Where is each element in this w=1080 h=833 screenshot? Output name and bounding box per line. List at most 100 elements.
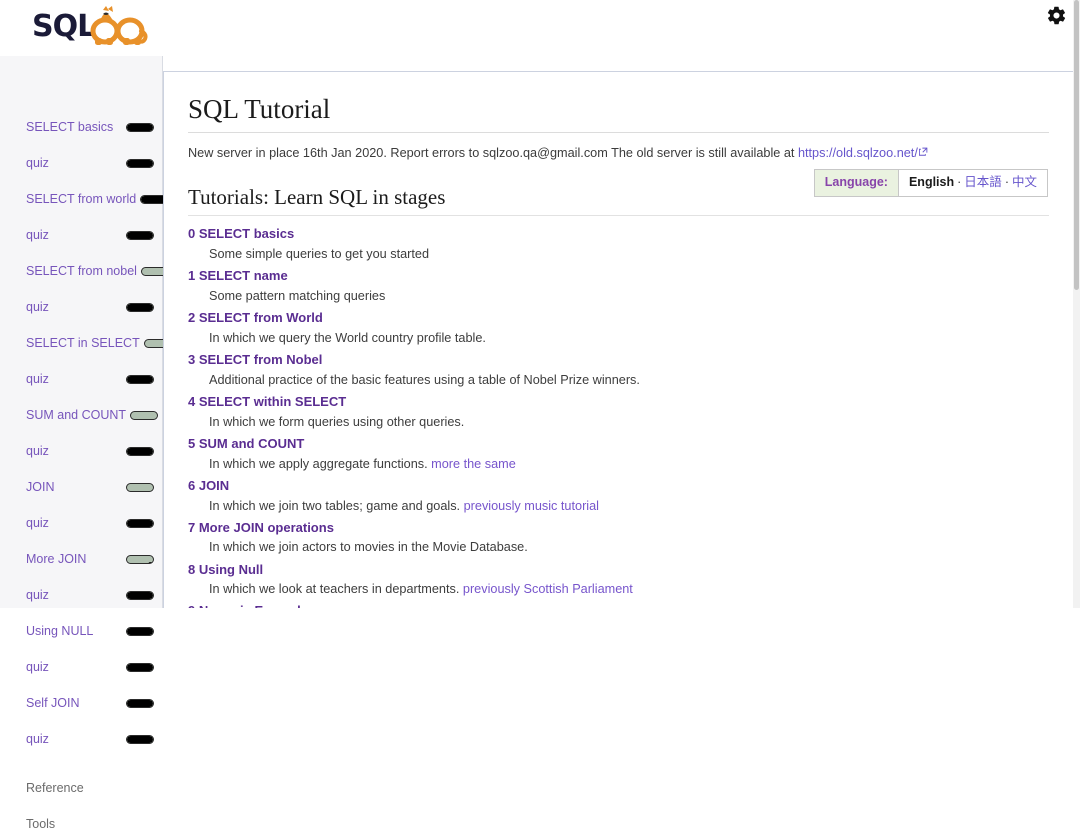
tutorial-description: In which we query the World country prof… <box>209 329 1049 348</box>
progress-bar <box>126 590 154 600</box>
sidebar-item-label[interactable]: quiz <box>26 154 49 172</box>
progress-bar <box>126 446 154 456</box>
sidebar-item-label[interactable]: quiz <box>26 226 49 244</box>
page-scrollbar[interactable] <box>1073 0 1080 608</box>
tutorial-inline-link[interactable]: previously Scottish Parliament <box>463 582 633 596</box>
progress-bar <box>126 158 154 168</box>
main-content-panel: SQL Tutorial New server in place 16th Ja… <box>163 71 1073 608</box>
sidebar-item[interactable]: quiz <box>0 730 162 748</box>
tutorial-link[interactable]: 1 SELECT name <box>188 267 288 286</box>
tutorial-description-text: Some pattern matching queries <box>209 289 386 304</box>
sidebar-item-label[interactable]: quiz <box>26 586 49 604</box>
tutorial-inline-link[interactable]: more the same <box>431 457 516 471</box>
tutorial-description-text: In which we query the World country prof… <box>209 331 486 345</box>
progress-bar-fill <box>148 561 153 563</box>
sidebar-item[interactable]: SELECT basics <box>0 118 162 136</box>
tutorial-link[interactable]: 4 SELECT within SELECT <box>188 393 346 412</box>
sidebar-item[interactable]: More JOIN <box>0 550 162 568</box>
tutorial-link[interactable]: 6 JOIN <box>188 477 229 496</box>
sidebar-item-label[interactable]: More JOIN <box>26 550 86 568</box>
tutorial-description: Some simple queries to get you started <box>209 245 1049 264</box>
sidebar-item-label[interactable]: SELECT in SELECT <box>26 334 140 352</box>
sidebar-item-label[interactable]: quiz <box>26 514 49 532</box>
tutorial-description: In which we look at teachers in departme… <box>209 580 1049 599</box>
progress-bar <box>126 302 154 312</box>
sidebar-item-label[interactable]: Using NULL <box>26 622 93 640</box>
sidebar-item[interactable]: quiz <box>0 514 162 532</box>
sidebar-item[interactable]: JOIN <box>0 478 162 496</box>
sidebar-item[interactable]: quiz <box>0 370 162 388</box>
sqlzoo-logo[interactable]: SQL <box>32 2 152 52</box>
tutorial-link[interactable]: 8 Using Null <box>188 561 263 580</box>
progress-bar <box>126 554 154 564</box>
tutorial-link[interactable]: 0 SELECT basics <box>188 225 294 244</box>
tutorial-link[interactable]: 7 More JOIN operations <box>188 519 334 538</box>
progress-bar <box>130 410 159 420</box>
sidebar-item-label[interactable]: quiz <box>26 442 49 460</box>
sidebar-item[interactable]: quiz <box>0 442 162 460</box>
page-title: SQL Tutorial <box>188 94 1049 134</box>
external-link-icon <box>918 144 928 156</box>
progress-bar <box>126 230 154 240</box>
language-selector[interactable]: Language: English · 日本語 · 中文 <box>813 169 1048 197</box>
tutorial-description: In which we apply aggregate functions. m… <box>209 455 1049 474</box>
tutorial-description: In which we form queries using other que… <box>209 413 1049 432</box>
old-server-link[interactable]: https://old.sqlzoo.net/ <box>798 146 918 160</box>
scrollbar-thumb[interactable] <box>1074 0 1079 290</box>
server-notice: New server in place 16th Jan 2020. Repor… <box>188 145 1049 162</box>
sidebar-item[interactable]: quiz <box>0 586 162 604</box>
progress-bar <box>126 698 154 708</box>
tutorial-link[interactable]: 5 SUM and COUNT <box>188 435 304 454</box>
language-option-japanese[interactable]: 日本語 <box>964 175 1002 189</box>
sidebar-item-label[interactable]: Self JOIN <box>26 694 80 712</box>
left-sidebar: SELECT basics quiz SELECT from world quiz SE… <box>0 56 172 831</box>
tutorial-description-text: In which we apply aggregate functions. <box>209 456 432 471</box>
tutorial-inline-link[interactable]: previously music tutorial <box>464 499 599 513</box>
sidebar-item-label[interactable]: SELECT from world <box>26 190 136 208</box>
tutorial-link[interactable]: 2 SELECT from World <box>188 309 323 328</box>
tutorial-description-text: Some simple queries to get you started <box>209 247 430 262</box>
progress-bar-fill <box>127 663 153 671</box>
sidebar-item-label[interactable]: quiz <box>26 658 49 676</box>
sidebar-item[interactable]: SELECT from nobel <box>0 262 169 280</box>
sidebar-item-label[interactable]: JOIN <box>26 478 54 496</box>
settings-button[interactable] <box>1043 2 1069 28</box>
progress-bar-fill <box>127 231 153 239</box>
language-separator-1: · <box>957 175 962 189</box>
top-header-bar: SQL <box>0 0 1080 56</box>
sidebar-item[interactable]: Using NULL <box>0 622 162 640</box>
sidebar-item-label[interactable]: quiz <box>26 298 49 316</box>
gear-icon <box>1047 6 1065 24</box>
sidebar-item[interactable]: quiz <box>0 154 162 172</box>
tutorial-link[interactable]: 9 Numeric Examples <box>188 602 315 608</box>
sidebar-item-label[interactable]: quiz <box>26 370 49 388</box>
progress-bar-fill <box>127 303 153 311</box>
sidebar-item-label[interactable]: SELECT from nobel <box>26 262 137 280</box>
sidebar-item-label[interactable]: quiz <box>26 730 49 748</box>
sidebar-item[interactable]: SUM and COUNT <box>0 406 162 424</box>
progress-bar-fill <box>127 447 153 455</box>
sidebar-item-label[interactable]: SELECT basics <box>26 118 113 136</box>
progress-bar <box>126 122 154 132</box>
sidebar-section-tools[interactable]: Tools <box>0 815 162 833</box>
tutorial-description-text: In which we join two tables; game and go… <box>209 498 464 513</box>
progress-bar-fill <box>127 735 153 743</box>
sidebar-item[interactable]: quiz <box>0 658 162 676</box>
language-option-chinese[interactable]: 中文 <box>1012 175 1037 189</box>
sidebar-item[interactable]: SELECT in SELECT <box>0 334 172 352</box>
progress-bar-fill <box>127 627 153 635</box>
sidebar-item[interactable]: SELECT from world <box>0 190 169 208</box>
tutorial-link[interactable]: 3 SELECT from Nobel <box>188 351 322 370</box>
sidebar-item-label[interactable]: SUM and COUNT <box>26 406 126 424</box>
sidebar-item[interactable]: Self JOIN <box>0 694 162 712</box>
sidebar-item[interactable]: quiz <box>0 298 162 316</box>
progress-bar-fill <box>127 591 153 599</box>
progress-bar-fill <box>127 375 153 383</box>
language-option-english[interactable]: English <box>909 175 954 189</box>
tutorial-description: In which we join two tables; game and go… <box>209 497 1049 516</box>
progress-bar-fill <box>127 699 153 707</box>
sidebar-section-reference[interactable]: Reference <box>0 779 162 797</box>
progress-bar <box>126 482 154 492</box>
sidebar-item[interactable]: quiz <box>0 226 162 244</box>
